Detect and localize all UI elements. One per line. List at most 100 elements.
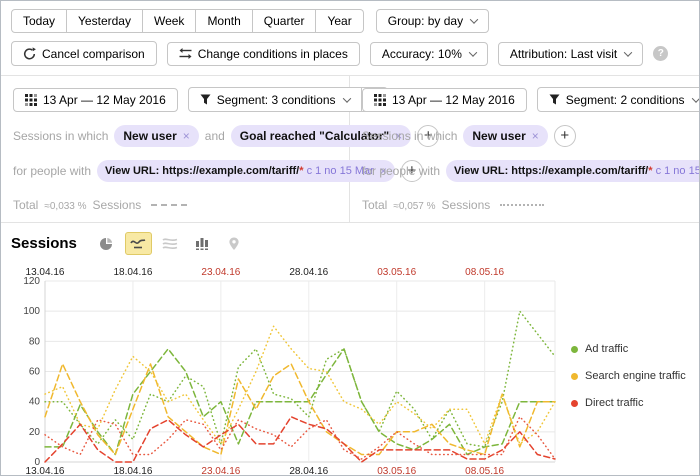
svg-text:13.04.16: 13.04.16	[26, 466, 65, 476]
date-range-label: 13 Apr — 12 May 2016	[392, 94, 515, 106]
url-condition-text: View URL: https://example.com/tariff/* c…	[105, 165, 374, 177]
remove-condition-icon[interactable]: ×	[532, 129, 539, 143]
segment-label: Segment: 3 conditions	[217, 94, 336, 106]
help-icon[interactable]: ?	[653, 46, 668, 61]
segment-panel-b: 13 Apr — 12 May 2016 Segment: 2 conditio…	[350, 76, 699, 222]
condition-joiner: and	[205, 129, 225, 143]
svg-text:03.05.16: 03.05.16	[377, 466, 416, 476]
url-condition-text: View URL: https://example.com/tariff/* c…	[454, 165, 700, 177]
legend-item-ad-traffic[interactable]: Ad traffic	[571, 343, 686, 355]
period-row: Today Yesterday Week Month Quarter Year …	[11, 9, 689, 33]
legend-item-search-traffic[interactable]: Search engine traffic	[571, 370, 686, 382]
comparison-row: Cancel comparison Change conditions in p…	[11, 41, 689, 66]
chart-legend: Ad traffic Search engine traffic Direct …	[561, 265, 686, 476]
svg-text:18.04.16: 18.04.16	[113, 267, 152, 278]
chart-title: Sessions	[11, 235, 77, 252]
toolbar: Today Yesterday Week Month Quarter Year …	[1, 1, 699, 66]
column-chart-icon[interactable]	[189, 232, 216, 255]
condition-pill-label: New user	[123, 129, 176, 143]
date-range-button[interactable]: 13 Apr — 12 May 2016	[362, 88, 527, 112]
legend-dot	[571, 346, 578, 353]
svg-text:03.05.16: 03.05.16	[377, 267, 416, 278]
tab-year[interactable]: Year	[316, 9, 363, 33]
calendar-grid-icon	[374, 94, 386, 106]
svg-text:08.05.16: 08.05.16	[465, 466, 504, 476]
legend-item-direct-traffic[interactable]: Direct traffic	[571, 397, 686, 409]
pie-chart-icon[interactable]	[93, 232, 120, 255]
group-by-label: Group: by day	[388, 15, 463, 27]
swap-icon	[179, 48, 192, 59]
segment-line-style-sample	[500, 204, 544, 206]
url-condition-pill[interactable]: View URL: https://example.com/tariff/* c…	[446, 160, 700, 182]
legend-dot	[571, 400, 578, 407]
segment-dropdown[interactable]: Segment: 3 conditions	[188, 87, 362, 112]
date-range-button[interactable]: 13 Apr — 12 May 2016	[13, 88, 178, 112]
legend-label: Search engine traffic	[585, 370, 686, 382]
accuracy-dropdown[interactable]: Accuracy: 10%	[370, 42, 488, 66]
total-metric: Sessions	[442, 198, 491, 212]
segment-control-group: Segment: 2 conditions ×	[537, 87, 700, 112]
chart-type-switcher	[93, 232, 248, 255]
condition-pill[interactable]: New user ×	[463, 125, 547, 147]
calendar-grid-icon	[25, 94, 37, 106]
line-chart-icon[interactable]	[125, 232, 152, 255]
funnel-icon	[200, 94, 211, 105]
svg-text:28.04.16: 28.04.16	[289, 466, 328, 476]
sessions-chart-section: Sessions 0204060801001201	[1, 222, 699, 476]
for-people-with-label: for people with	[362, 164, 440, 178]
total-label: Total	[13, 198, 38, 212]
chevron-down-icon	[624, 48, 632, 56]
cancel-comparison-button[interactable]: Cancel comparison	[11, 41, 157, 66]
attribution-dropdown[interactable]: Attribution: Last visit	[498, 42, 643, 66]
total-label: Total	[362, 198, 387, 212]
tab-month[interactable]: Month	[196, 9, 252, 33]
svg-text:08.05.16: 08.05.16	[465, 267, 504, 278]
attribution-label: Attribution: Last visit	[510, 48, 617, 60]
legend-label: Ad traffic	[585, 343, 628, 355]
panel-a-controls: 13 Apr — 12 May 2016 Segment: 3 conditio…	[13, 87, 343, 112]
tab-today[interactable]: Today	[11, 9, 67, 33]
total-value: ≈0,033 %	[44, 201, 86, 212]
chart-header: Sessions	[11, 232, 689, 255]
sessions-in-which-label: Sessions in which	[362, 129, 457, 143]
remove-condition-icon[interactable]: ×	[183, 129, 190, 143]
segment-dropdown[interactable]: Segment: 2 conditions	[537, 87, 700, 112]
condition-pill[interactable]: New user ×	[114, 125, 198, 147]
total-value: ≈0,057 %	[393, 201, 435, 212]
people-conditions-row: for people with View URL: https://exampl…	[362, 160, 693, 182]
legend-label: Direct traffic	[585, 397, 643, 409]
group-by-dropdown[interactable]: Group: by day	[376, 9, 489, 33]
chevron-down-icon	[470, 15, 478, 23]
cancel-comparison-label: Cancel comparison	[42, 48, 145, 60]
svg-text:23.04.16: 23.04.16	[201, 466, 240, 476]
svg-text:18.04.16: 18.04.16	[113, 466, 152, 476]
stacked-area-icon[interactable]	[157, 232, 184, 255]
tab-week[interactable]: Week	[143, 9, 196, 33]
map-pin-icon[interactable]	[221, 232, 248, 255]
sessions-line-chart: 02040608010012013.04.1613.04.1618.04.161…	[11, 265, 561, 476]
tab-quarter[interactable]: Quarter	[253, 9, 317, 33]
segment-panels: 13 Apr — 12 May 2016 Segment: 3 conditio…	[1, 75, 699, 222]
chevron-down-icon	[469, 48, 477, 56]
date-range-label: 13 Apr — 12 May 2016	[43, 94, 166, 106]
refresh-icon	[23, 47, 36, 60]
period-tabs: Today Yesterday Week Month Quarter Year	[11, 9, 364, 33]
svg-text:60: 60	[29, 367, 41, 378]
segment-panel-a: 13 Apr — 12 May 2016 Segment: 3 conditio…	[1, 76, 350, 222]
svg-text:80: 80	[29, 336, 41, 347]
add-condition-button[interactable]: +	[554, 125, 576, 147]
change-conditions-button[interactable]: Change conditions in places	[167, 42, 360, 66]
sessions-conditions-row: Sessions in which New user × +	[362, 125, 693, 147]
analytics-app: Today Yesterday Week Month Quarter Year …	[0, 0, 700, 476]
tab-yesterday[interactable]: Yesterday	[67, 9, 143, 33]
funnel-icon	[549, 94, 560, 105]
segment-line-style-sample	[151, 204, 187, 206]
svg-text:28.04.16: 28.04.16	[289, 267, 328, 278]
chart-body: 02040608010012013.04.1613.04.1618.04.161…	[11, 265, 689, 476]
panel-b-controls: 13 Apr — 12 May 2016 Segment: 2 conditio…	[362, 87, 693, 112]
svg-text:40: 40	[29, 397, 41, 408]
change-conditions-label: Change conditions in places	[198, 48, 348, 60]
svg-text:23.04.16: 23.04.16	[201, 267, 240, 278]
svg-text:20: 20	[29, 427, 41, 438]
for-people-with-label: for people with	[13, 164, 91, 178]
